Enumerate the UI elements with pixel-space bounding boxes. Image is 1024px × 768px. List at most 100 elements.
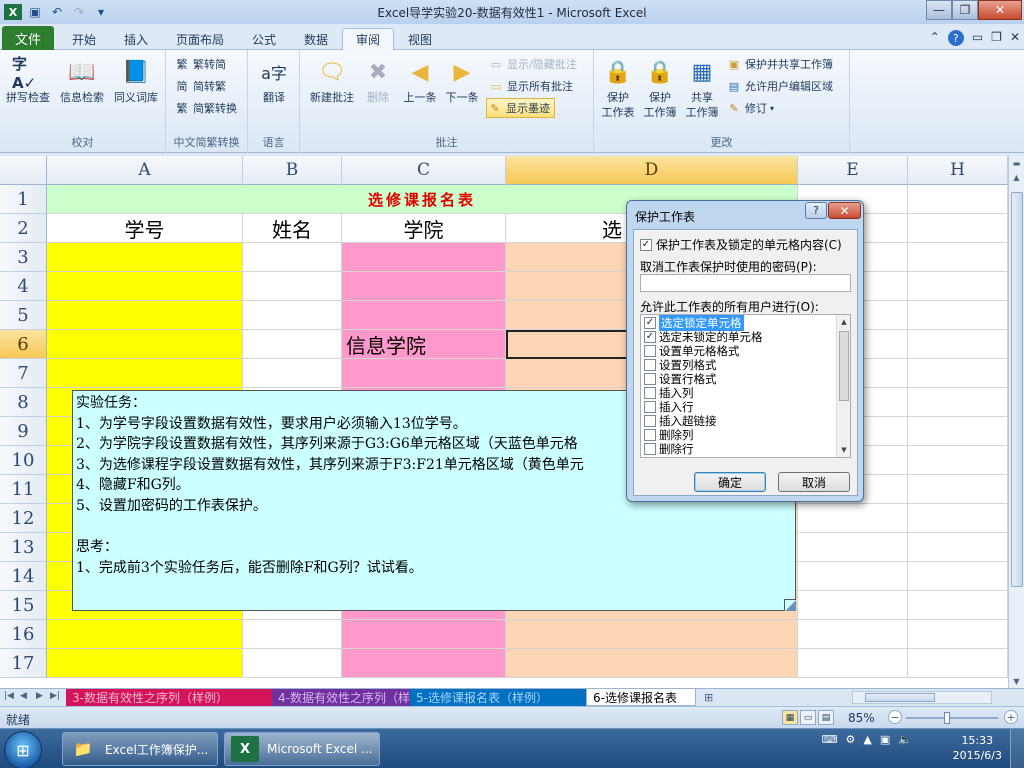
cell[interactable]: [908, 417, 1008, 446]
share-workbook-button[interactable]: ▦ 共享 工作簿: [680, 54, 724, 124]
cell[interactable]: [243, 620, 342, 649]
minimize-ribbon-icon[interactable]: ⌃: [930, 30, 940, 46]
cell[interactable]: [342, 272, 506, 301]
row-header[interactable]: 9: [0, 417, 47, 446]
cell[interactable]: [908, 562, 1008, 591]
normal-view-icon[interactable]: ▦: [782, 710, 798, 725]
checkbox-unchecked-icon[interactable]: [644, 373, 656, 385]
permission-item[interactable]: ✓ 选定锁定单元格: [644, 315, 744, 331]
sheet-tab-6-active[interactable]: 6-选修课报名表: [586, 689, 696, 706]
cell[interactable]: [47, 272, 243, 301]
tab-data[interactable]: 数据: [294, 28, 338, 50]
column-header-c[interactable]: C: [342, 156, 506, 185]
row-header[interactable]: 8: [0, 388, 47, 417]
cell[interactable]: [908, 243, 1008, 272]
list-scroll-down-icon[interactable]: ▼: [837, 443, 850, 457]
college-cell-c6[interactable]: 信息学院: [342, 330, 506, 359]
header-cell-name[interactable]: 姓名: [243, 214, 342, 243]
cell[interactable]: [47, 330, 243, 359]
dialog-close-button[interactable]: ✕: [828, 202, 861, 219]
scroll-up-icon[interactable]: ▲: [1009, 170, 1024, 184]
cell[interactable]: [243, 649, 342, 678]
taskbar-excel-button[interactable]: X Microsoft Excel ...: [224, 732, 380, 766]
dialog-help-button[interactable]: ?: [805, 202, 827, 219]
sheet-tab-5[interactable]: 5-选修课报名表（样例）: [410, 689, 586, 706]
row-header[interactable]: 11: [0, 475, 47, 504]
page-break-view-icon[interactable]: ▤: [818, 710, 834, 725]
permission-item[interactable]: 插入超链接: [644, 414, 717, 428]
workbook-minimize-icon[interactable]: ▭: [972, 30, 983, 46]
show-desktop-button[interactable]: [1010, 729, 1024, 768]
permission-item[interactable]: ✓ 选定未锁定的单元格: [644, 330, 763, 344]
cell[interactable]: [342, 301, 506, 330]
spelling-button[interactable]: 字A✓ 拼写检查: [2, 54, 54, 124]
cell[interactable]: [908, 533, 1008, 562]
column-header-d[interactable]: D: [506, 156, 798, 185]
cell[interactable]: [908, 359, 1008, 388]
checkbox-checked-icon[interactable]: ✓: [640, 238, 652, 251]
column-header-e[interactable]: E: [798, 156, 908, 185]
prev-sheet-icon[interactable]: ◀: [20, 691, 27, 701]
column-header-a[interactable]: A: [47, 156, 243, 185]
row-header[interactable]: 7: [0, 359, 47, 388]
cell[interactable]: [908, 330, 1008, 359]
column-header-b[interactable]: B: [243, 156, 342, 185]
cell[interactable]: [243, 243, 342, 272]
row-header[interactable]: 15: [0, 591, 47, 620]
input-method-icon[interactable]: ⚙: [846, 733, 856, 746]
start-button[interactable]: ⊞: [4, 731, 42, 768]
help-icon[interactable]: ?: [947, 30, 964, 46]
chinese-conversion-button[interactable]: 繁简繁转换: [174, 98, 238, 118]
cancel-button[interactable]: 取消: [778, 472, 850, 492]
row-header[interactable]: 6: [0, 330, 47, 359]
row-header[interactable]: 16: [0, 620, 47, 649]
row-header[interactable]: 1: [0, 185, 47, 214]
checkbox-unchecked-icon[interactable]: [644, 443, 656, 455]
cell[interactable]: [342, 649, 506, 678]
cell[interactable]: [506, 649, 798, 678]
column-header-h[interactable]: H: [908, 156, 1008, 185]
last-sheet-icon[interactable]: ▶|: [50, 691, 60, 701]
cell[interactable]: [342, 359, 506, 388]
cell[interactable]: [243, 301, 342, 330]
insert-sheet-icon[interactable]: ⊞: [704, 691, 713, 704]
thesaurus-button[interactable]: 📘 同义词库: [110, 54, 162, 124]
allow-edit-ranges-button[interactable]: ▤ 允许用户编辑区域: [726, 76, 833, 96]
tab-view[interactable]: 视图: [398, 28, 442, 50]
tab-file[interactable]: 文件: [2, 26, 54, 50]
delete-comment-button[interactable]: ✖ 删除: [358, 54, 398, 124]
track-changes-button[interactable]: ✎ 修订 ▾: [726, 98, 774, 118]
permission-item[interactable]: 设置单元格格式: [644, 344, 740, 358]
permission-item[interactable]: 删除行: [644, 442, 694, 456]
taskbar-explorer-button[interactable]: 📁 Excel工作簿保护...: [62, 732, 218, 766]
cell[interactable]: [798, 649, 908, 678]
sheet-tab-4[interactable]: 4-数据有效性之序列（样例）: [272, 689, 434, 706]
cell[interactable]: [908, 185, 1008, 214]
workbook-close-icon[interactable]: ✕: [1010, 30, 1020, 46]
ok-button[interactable]: 确定: [694, 472, 766, 492]
tab-home[interactable]: 开始: [62, 28, 106, 50]
cell[interactable]: [798, 620, 908, 649]
cell[interactable]: [342, 243, 506, 272]
traditional-to-simplified-button[interactable]: 繁繁转简: [174, 54, 227, 74]
cell[interactable]: [908, 272, 1008, 301]
header-cell-college[interactable]: 学院: [342, 214, 506, 243]
row-header[interactable]: 3: [0, 243, 47, 272]
password-input[interactable]: [640, 274, 851, 292]
row-header[interactable]: 2: [0, 214, 47, 243]
zoom-out-icon[interactable]: −: [888, 710, 902, 724]
tab-insert[interactable]: 插入: [114, 28, 158, 50]
list-scroll-up-icon[interactable]: ▲: [837, 315, 850, 329]
split-box-icon[interactable]: ▬: [1009, 156, 1024, 170]
cell[interactable]: [47, 649, 243, 678]
show-hidden-icons[interactable]: ▲: [863, 733, 871, 746]
checkbox-unchecked-icon[interactable]: [644, 415, 656, 427]
simplified-to-traditional-button[interactable]: 简简转繁: [174, 76, 227, 96]
cell[interactable]: [908, 301, 1008, 330]
permissions-list[interactable]: ✓ 选定锁定单元格 ✓ 选定未锁定的单元格 设置单元格格式 设置列格式 设置行格式 插入列 插入…: [640, 314, 851, 458]
keyboard-icon[interactable]: ⌨: [822, 733, 838, 746]
cell[interactable]: [47, 359, 243, 388]
row-header[interactable]: 14: [0, 562, 47, 591]
zoom-slider-knob[interactable]: [944, 712, 950, 724]
protect-workbook-button[interactable]: 🔒 保护 工作簿: [638, 54, 682, 124]
